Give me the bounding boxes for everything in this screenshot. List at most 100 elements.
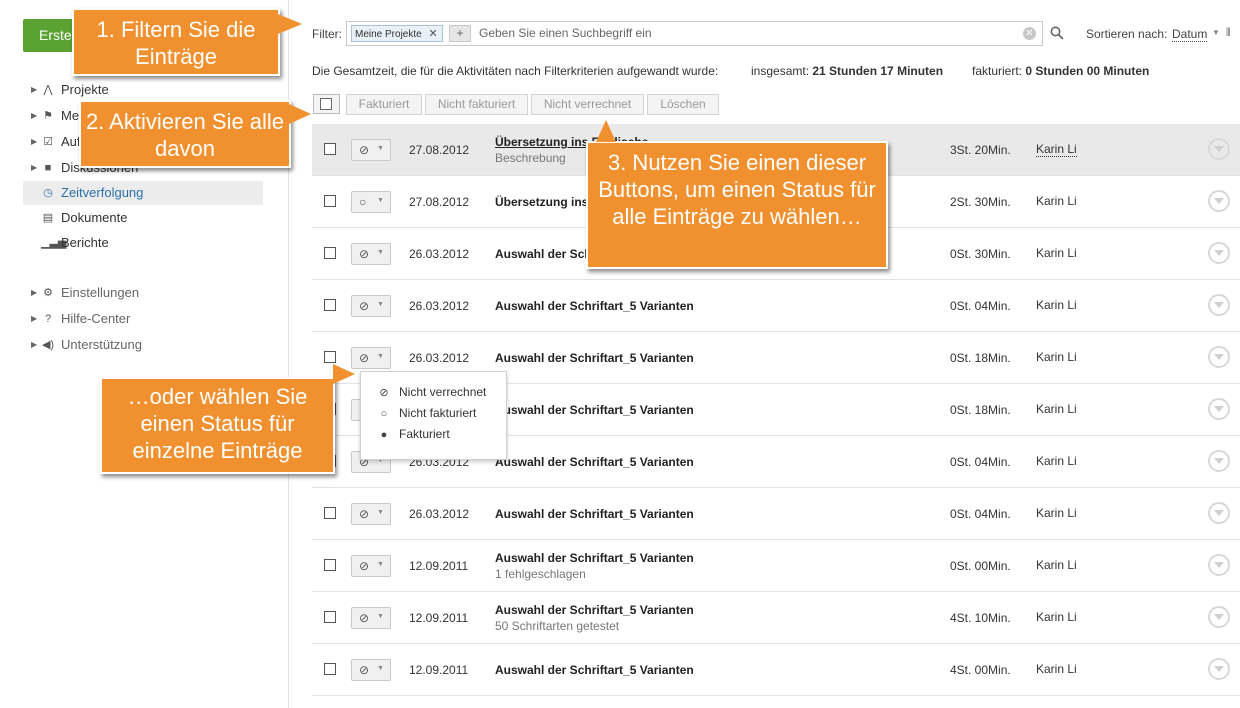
expand-caret-icon[interactable]: ▶ — [31, 156, 37, 180]
row-menu-icon[interactable] — [1208, 658, 1230, 680]
row-checkbox[interactable] — [324, 143, 336, 155]
sidebar-item-documents[interactable]: ▤ Dokumente — [23, 206, 263, 230]
row-checkbox[interactable] — [324, 247, 336, 259]
entry-user: Karin Li — [1036, 558, 1077, 572]
status-select-button[interactable]: ⊘▼ — [351, 347, 391, 369]
table-row[interactable]: ⊘ ▼ 12.09.2011 Auswahl der Schriftart_5 Var… — [312, 592, 1240, 644]
sidebar-item-projects[interactable]: ▶ ⋀ Projekte — [23, 78, 263, 102]
entry-title: Auswahl der Schriftart_5 Varianten — [495, 603, 694, 617]
sidebar-item-label: Unterstützung — [61, 337, 142, 352]
table-row[interactable]: ⊘ ▼ 12.09.2011 Auswahl der Schriftart_5 Var… — [312, 644, 1240, 696]
not-billable-icon: ⊘ — [359, 299, 370, 313]
row-checkbox[interactable] — [324, 663, 336, 675]
search-input[interactable]: Geben Sie einen Suchbegriff ein — [479, 26, 652, 40]
callout-tail — [289, 104, 311, 124]
row-checkbox[interactable] — [324, 195, 336, 207]
summary-text: Die Gesamtzeit, die für die Aktivitäten … — [312, 64, 719, 78]
entry-user: Karin Li — [1036, 610, 1077, 624]
status-select-button[interactable]: ⊘▼ — [351, 295, 391, 317]
sidebar-item-support[interactable]: ▶ ◀) Unterstützung — [23, 333, 263, 357]
entry-description: 1 fehlgeschlagen — [495, 567, 586, 581]
gear-icon: ⚙ — [43, 287, 53, 299]
status-option-billed[interactable]: ● Fakturiert — [377, 427, 450, 441]
entry-description: 50 Schriftarten getestet — [495, 619, 620, 633]
sidebar-item-time-tracking[interactable]: ◷ Zeitverfolgung — [23, 181, 263, 205]
not-billable-icon: ⊘ — [359, 351, 370, 365]
status-option-not-billable[interactable]: ⊘ Nicht verrechnet — [377, 385, 486, 399]
row-menu-icon[interactable] — [1208, 502, 1230, 524]
entry-user: Karin Li — [1036, 246, 1077, 260]
entry-title: Auswahl der Schriftart_5 Varianten — [495, 351, 694, 365]
not-billable-icon: ⊘ — [359, 247, 370, 261]
status-select-button[interactable]: ⊘▼ — [351, 659, 391, 681]
status-option-label: Nicht fakturiert — [399, 406, 477, 420]
row-menu-icon[interactable] — [1208, 450, 1230, 472]
status-select-button[interactable]: ⊘▼ — [351, 607, 391, 629]
add-filter-button[interactable]: + — [449, 25, 471, 42]
row-menu-icon[interactable] — [1208, 346, 1230, 368]
row-checkbox[interactable] — [324, 351, 336, 363]
callout-tail — [333, 364, 355, 384]
bulk-delete-button[interactable]: Löschen — [647, 94, 719, 115]
status-select-button[interactable]: ○ ▼ — [351, 191, 391, 213]
table-row[interactable]: ⊘▼26.03.2012Auswahl der Schriftart_5 Var… — [312, 280, 1240, 332]
search-icon[interactable] — [1050, 26, 1064, 40]
not-billable-icon: ⊘ — [359, 611, 370, 625]
megaphone-icon: ◀) — [41, 339, 55, 351]
expand-caret-icon[interactable]: ▶ — [31, 104, 37, 128]
plus-icon: + — [456, 26, 464, 40]
sort-order-icon[interactable]: ⫴ — [1226, 27, 1231, 40]
bulk-billed-button[interactable]: Fakturiert — [346, 94, 422, 115]
row-checkbox[interactable] — [324, 611, 336, 623]
clear-search-icon[interactable]: ✕ — [1023, 27, 1036, 40]
bulk-not-billed-button[interactable]: Nicht fakturiert — [425, 94, 528, 115]
entry-date: 27.08.2012 — [409, 143, 470, 157]
row-checkbox[interactable] — [324, 507, 336, 519]
row-checkbox[interactable] — [324, 559, 336, 571]
row-menu-icon[interactable] — [1208, 398, 1230, 420]
remove-chip-icon[interactable]: ✕ — [428, 26, 437, 43]
sidebar-item-reports[interactable]: ▁▃▅ Berichte — [23, 231, 263, 255]
chevron-down-icon[interactable]: ▼ — [1212, 28, 1220, 37]
row-menu-icon[interactable] — [1208, 138, 1230, 160]
sidebar-item-label: Einstellungen — [61, 285, 140, 300]
entry-title: Auswahl der Schriftart_5 Varianten — [495, 403, 694, 417]
summary-billed-label: fakturiert: — [972, 64, 1023, 78]
entry-duration: 0St. 04Min. — [950, 507, 1011, 521]
expand-caret-icon[interactable]: ▶ — [31, 78, 37, 102]
table-row[interactable]: ⊘▼26.03.2012Auswahl der Schriftart_5 Var… — [312, 488, 1240, 540]
status-select-button[interactable]: ⊘▼ — [351, 555, 391, 577]
status-select-button[interactable]: ⊘▼ — [351, 503, 391, 525]
not-billable-icon: ⊘ — [359, 559, 370, 573]
filter-box[interactable]: Meine Projekte ✕ + Geben Sie einen Suchb… — [346, 21, 1043, 46]
flag-icon: ⚑ — [43, 110, 53, 122]
callout-tail — [278, 14, 302, 34]
row-checkbox[interactable] — [324, 299, 336, 311]
entry-title: Auswahl der Schriftart_5 Varianten — [495, 551, 694, 565]
sidebar-item-settings[interactable]: ▶ ⚙ Einstellungen — [23, 281, 263, 305]
entry-duration: 4St. 10Min. — [950, 611, 1011, 625]
status-select-button[interactable]: ⊘▼ — [351, 243, 391, 265]
expand-caret-icon[interactable]: ▶ — [31, 130, 37, 154]
filter-chip[interactable]: Meine Projekte ✕ — [351, 25, 443, 42]
select-all-checkbox[interactable] — [313, 94, 340, 114]
sidebar-item-label: Berichte — [61, 235, 109, 250]
row-menu-icon[interactable] — [1208, 294, 1230, 316]
summary-total-value: 21 Stunden 17 Minuten — [812, 64, 944, 78]
row-menu-icon[interactable] — [1208, 242, 1230, 264]
row-menu-icon[interactable] — [1208, 554, 1230, 576]
expand-caret-icon[interactable]: ▶ — [31, 281, 37, 305]
bulk-not-billable-button[interactable]: Nicht verrechnet — [531, 94, 644, 115]
entry-user[interactable]: Karin Li — [1036, 142, 1077, 157]
sort-dropdown[interactable]: Datum — [1172, 27, 1208, 42]
expand-caret-icon[interactable]: ▶ — [31, 307, 37, 331]
row-menu-icon[interactable] — [1208, 606, 1230, 628]
status-select-button[interactable]: ⊘▼ — [351, 139, 391, 161]
sidebar-item-help[interactable]: ▶ ? Hilfe-Center — [23, 307, 263, 331]
row-menu-icon[interactable] — [1208, 190, 1230, 212]
status-option-not-billed[interactable]: ○ Nicht fakturiert — [377, 406, 477, 420]
table-row[interactable]: ⊘ ▼ 12.09.2011 Auswahl der Schriftart_5 Var… — [312, 540, 1240, 592]
expand-caret-icon[interactable]: ▶ — [31, 333, 37, 357]
chevron-down-icon: ▼ — [377, 301, 384, 308]
callout-tail — [596, 120, 616, 142]
